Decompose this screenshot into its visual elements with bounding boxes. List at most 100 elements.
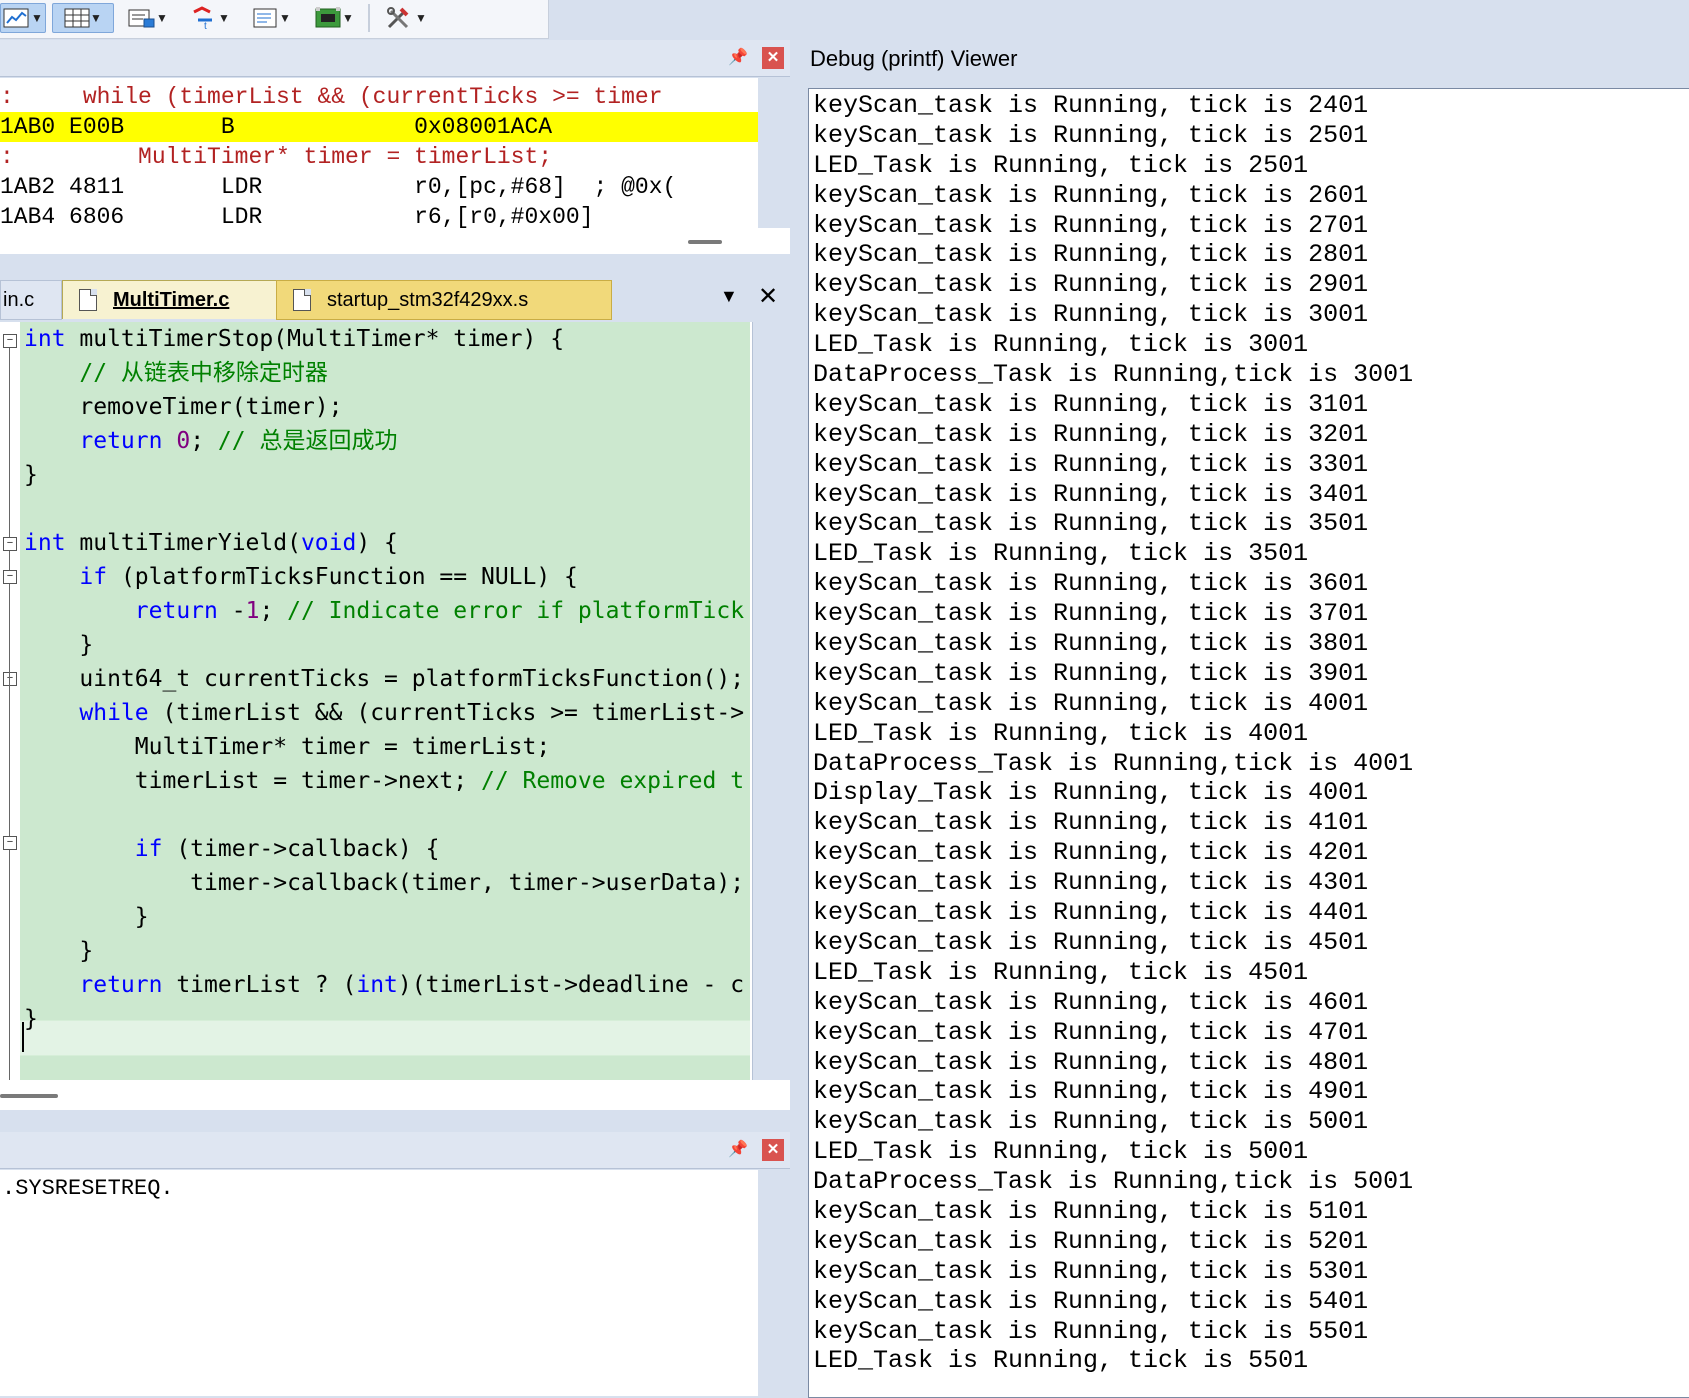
system-viewer-icon	[253, 8, 277, 28]
command-output-window[interactable]: .SYSRESETREQ.	[0, 1170, 758, 1396]
fold-collapse-icon[interactable]: −	[3, 537, 17, 551]
disasm-line[interactable]: 1AB2 4811 LDR r0,[pc,#68] ; @0x(	[0, 172, 758, 202]
editor-horizontal-scrollbar[interactable]	[0, 1094, 58, 1098]
chevron-down-icon: ▼	[156, 11, 168, 25]
disassembly-header: 📌 ✕	[0, 40, 790, 77]
output-header: 📌 ✕	[0, 1132, 790, 1169]
fold-collapse-icon[interactable]: −	[3, 672, 17, 686]
debug-line: keyScan_task is Running, tick is 2401	[813, 91, 1369, 120]
code-line[interactable]: }	[24, 934, 93, 968]
tab-startup-s[interactable]: startup_stm32f429xx.s	[276, 280, 612, 320]
toolbox-button[interactable]: ▼	[306, 4, 362, 32]
close-icon[interactable]: ✕	[762, 1139, 784, 1161]
debug-line: keyScan_task is Running, tick is 5401	[813, 1286, 1369, 1316]
tools-button[interactable]: ▼	[376, 4, 436, 32]
editor-tab-bar: in.c MultiTimer.c startup_stm32f429xx.s …	[0, 278, 797, 320]
debug-line: LED_Task is Running, tick is 5501	[813, 1346, 1309, 1376]
chevron-down-icon: ▼	[90, 11, 102, 25]
close-icon[interactable]: ✕	[758, 282, 778, 311]
disasm-horizontal-scrollbar[interactable]	[688, 240, 722, 244]
code-token: int	[24, 530, 66, 556]
debug-line: LED_Task is Running, tick is 4501	[813, 957, 1309, 987]
debug-line: keyScan_task is Running, tick is 4001	[813, 688, 1369, 718]
disasm-line[interactable]: 1AB4 6806 LDR r6,[r0,#0x00]	[0, 202, 758, 228]
code-line[interactable]: if (timer->callback) {	[24, 832, 440, 866]
code-line[interactable]: // 从链表中移除定时器	[24, 356, 328, 390]
code-line[interactable]: removeTimer(timer);	[24, 390, 342, 424]
memory-window-icon	[64, 8, 90, 28]
debug-line: LED_Task is Running, tick is 2501	[813, 150, 1309, 180]
debug-line: keyScan_task is Running, tick is 5201	[813, 1226, 1369, 1256]
code-line[interactable]: }	[24, 900, 149, 934]
fold-collapse-icon[interactable]: −	[3, 836, 17, 850]
code-editor[interactable]: − − − − − int multiTimerStop(MultiTimer*…	[0, 322, 753, 1080]
disasm-line[interactable]: : MultiTimer* timer = timerList;	[0, 142, 758, 172]
editor-scroll-area	[0, 1080, 790, 1110]
debug-line: keyScan_task is Running, tick is 2901	[813, 270, 1369, 300]
toolbar-group: ▼ ▼ ▼ t ▼ ▼ ▼ ▼	[0, 3, 436, 33]
code-token: MultiTimer* timer = timerList;	[24, 734, 551, 760]
tab-label: MultiTimer.c	[113, 288, 230, 311]
debug-lines: keyScan_task is Running, tick is 2401 key…	[813, 91, 1413, 1376]
code-token: void	[300, 530, 357, 556]
code-line[interactable]: return -1; // Indicate error if platform…	[24, 594, 744, 628]
code-line[interactable]: MultiTimer* timer = timerList;	[24, 730, 550, 764]
memory-window-button[interactable]: ▼	[52, 3, 114, 33]
code-line[interactable]: }	[24, 1002, 38, 1036]
splitter[interactable]	[790, 40, 800, 1396]
toolbar-separator	[368, 4, 370, 32]
code-line[interactable]: while (timerList && (currentTicks >= tim…	[24, 696, 744, 730]
code-line[interactable]: }	[24, 628, 93, 662]
debug-line: keyScan_task is Running, tick is 4401	[813, 898, 1369, 928]
system-viewer-button[interactable]: ▼	[244, 4, 300, 32]
debug-line: keyScan_task is Running, tick is 4301	[813, 868, 1369, 898]
code-token: ;	[259, 598, 288, 624]
code-line[interactable]: uint64_t currentTicks = platformTicksFun…	[24, 662, 744, 696]
code-line[interactable]: return timerList ? (int)(timerList->dead…	[24, 968, 744, 1002]
disassembly-window: : while (timerList && (currentTicks >= t…	[0, 78, 758, 228]
code-token: // Indicate error if platformTick	[287, 598, 745, 624]
code-line[interactable]: }	[24, 458, 38, 492]
chevron-down-icon: ▼	[31, 11, 43, 25]
chevron-down-icon: ▼	[415, 11, 427, 25]
code-line[interactable]: timerList = timer->next; // Remove expir…	[24, 764, 744, 798]
analysis-window-button[interactable]: ▼	[0, 3, 46, 33]
fold-collapse-icon[interactable]: −	[3, 570, 17, 584]
tab-multitimer-c[interactable]: MultiTimer.c	[62, 280, 290, 319]
trace-button[interactable]: t ▼	[182, 4, 238, 32]
close-icon[interactable]: ✕	[762, 47, 784, 69]
debug-line: keyScan_task is Running, tick is 5101	[813, 1196, 1369, 1226]
code-line[interactable]: if (platformTicksFunction == NULL) {	[24, 560, 578, 594]
serial-window-button[interactable]: ▼	[120, 4, 176, 32]
debug-line: keyScan_task is Running, tick is 3301	[813, 449, 1369, 479]
tab-main-c[interactable]: in.c	[0, 280, 62, 320]
code-line[interactable]: timer->callback(timer, timer->userData);	[24, 866, 744, 900]
pin-icon[interactable]: 📌	[728, 1139, 748, 1159]
code-token: ) {	[356, 530, 398, 556]
output-text: .SYSRESETREQ.	[2, 1176, 174, 1201]
debug-line: keyScan_task is Running, tick is 5501	[813, 1316, 1369, 1346]
chevron-down-icon: ▼	[218, 11, 230, 25]
pin-icon[interactable]: 📌	[728, 47, 748, 67]
debug-line: keyScan_task is Running, tick is 4501	[813, 927, 1369, 957]
debug-line: DataProcess_Task is Running,tick is 5001	[813, 1167, 1414, 1197]
debug-viewer-output[interactable]: keyScan_task is Running, tick is 2401 key…	[808, 88, 1689, 1398]
code-token: if	[79, 564, 108, 590]
code-token: 1	[245, 598, 260, 624]
fold-gutter	[0, 322, 20, 1080]
code-line[interactable]: return 0; // 总是返回成功	[24, 424, 397, 458]
disasm-line[interactable]: : while (timerList && (currentTicks >= t…	[0, 82, 758, 112]
svg-text:t: t	[204, 21, 207, 30]
chevron-down-icon: ▼	[279, 11, 291, 25]
disasm-line-current[interactable]: 1AB0 E00B B 0x08001ACA	[0, 112, 758, 142]
debug-line: keyScan_task is Running, tick is 4701	[813, 1017, 1369, 1047]
code-line[interactable]: int multiTimerStop(MultiTimer* timer) {	[24, 322, 564, 356]
code-line[interactable]: int multiTimerYield(void) {	[24, 526, 398, 560]
tab-list-dropdown-icon[interactable]: ▼	[720, 286, 738, 307]
tab-label: in.c	[3, 288, 35, 311]
debug-line: keyScan_task is Running, tick is 5301	[813, 1256, 1369, 1286]
fold-collapse-icon[interactable]: −	[3, 334, 17, 348]
code-token: }	[24, 632, 94, 658]
